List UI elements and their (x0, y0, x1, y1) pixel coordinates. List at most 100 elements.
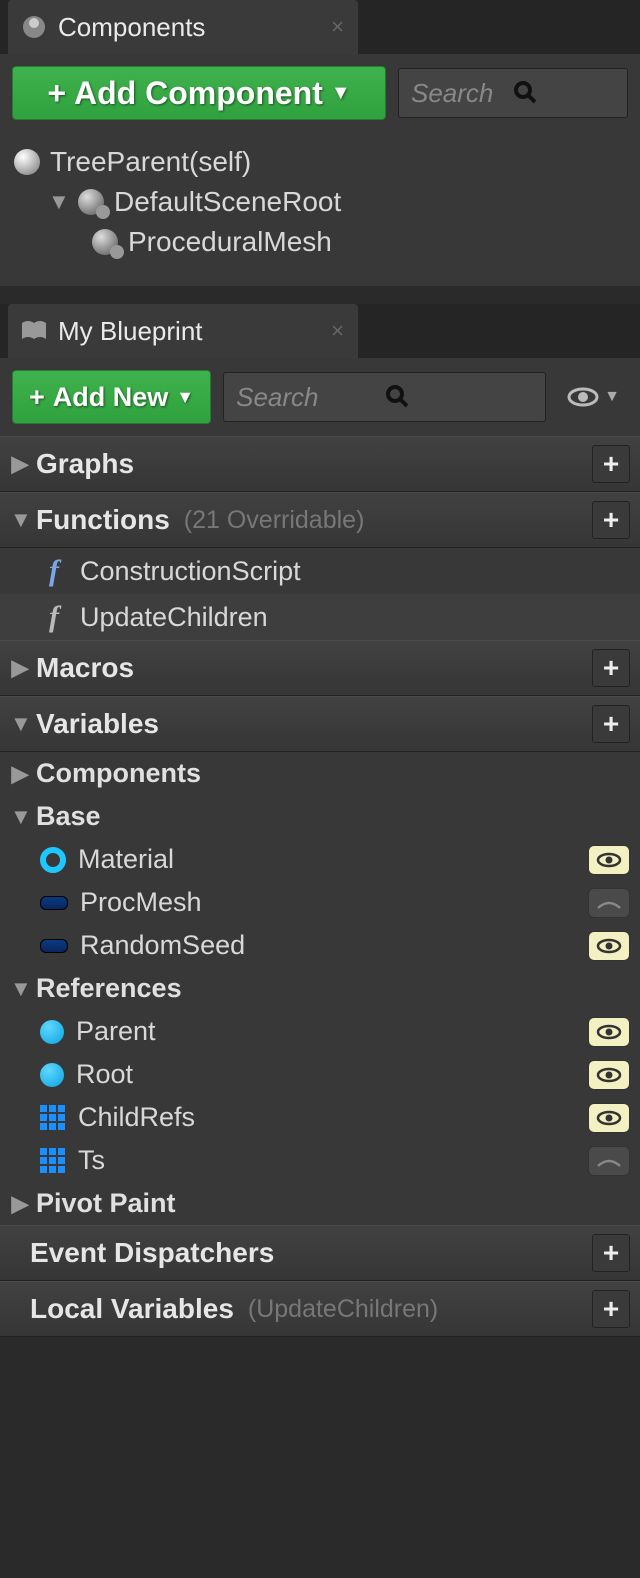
section-graphs[interactable]: Graphs + (0, 436, 640, 492)
variable-label: Parent (76, 1016, 156, 1047)
tree-label: TreeParent(self) (50, 146, 251, 178)
components-tab[interactable]: Components × (8, 0, 358, 54)
group-label: References (36, 973, 182, 1004)
expand-icon[interactable] (10, 804, 30, 830)
add-graph-button[interactable]: + (592, 445, 630, 483)
scene-component-icon (92, 229, 118, 255)
components-panel: Components × + Add Component ▼ Search Tr… (0, 0, 640, 286)
variable-label: RandomSeed (80, 930, 245, 961)
section-variables[interactable]: Variables + (0, 696, 640, 752)
tree-label: ProceduralMesh (128, 226, 332, 258)
plus-icon: + (47, 75, 66, 112)
function-item[interactable]: f UpdateChildren (0, 594, 640, 640)
expand-icon[interactable] (10, 761, 30, 787)
array-type-icon (40, 1105, 66, 1131)
expand-icon[interactable] (10, 1191, 30, 1217)
components-tab-bar: Components × (0, 0, 640, 54)
myblueprint-panel: My Blueprint × + Add New ▼ Search ▼ Grap… (0, 304, 640, 1337)
actor-icon (14, 149, 40, 175)
add-component-label: Add Component (74, 75, 323, 112)
components-tree: TreeParent(self) DefaultSceneRoot Proced… (0, 132, 640, 286)
tree-row-self[interactable]: TreeParent(self) (0, 142, 640, 182)
variable-label: ChildRefs (78, 1102, 195, 1133)
section-functions[interactable]: Functions (21 Overridable) + (0, 492, 640, 548)
view-options-button[interactable]: ▼ (558, 385, 628, 409)
search-placeholder: Search (411, 78, 513, 109)
object-ref-icon (40, 1063, 64, 1087)
tree-row-scene-root[interactable]: DefaultSceneRoot (0, 182, 640, 222)
add-local-variable-button[interactable]: + (592, 1290, 630, 1328)
close-icon[interactable]: × (331, 14, 344, 40)
chevron-down-icon: ▼ (604, 388, 620, 406)
book-icon (20, 319, 48, 343)
myblueprint-tab[interactable]: My Blueprint × (8, 304, 358, 358)
plus-icon: + (29, 382, 45, 413)
visibility-toggle[interactable] (588, 845, 630, 875)
function-icon: f (40, 554, 68, 588)
section-label: Variables (36, 708, 159, 740)
var-group-pivotpaint[interactable]: Pivot Paint (0, 1182, 640, 1225)
group-label: Pivot Paint (36, 1188, 176, 1219)
section-label: Macros (36, 652, 134, 684)
variable-label: ProcMesh (80, 887, 202, 918)
expand-icon[interactable] (10, 507, 30, 533)
visibility-toggle[interactable] (588, 931, 630, 961)
eye-icon (566, 385, 600, 409)
scene-component-icon (78, 189, 104, 215)
section-event-dispatchers[interactable]: Event Dispatchers + (0, 1225, 640, 1281)
function-label: ConstructionScript (80, 556, 301, 587)
visibility-toggle[interactable] (588, 1103, 630, 1133)
variable-item[interactable]: Parent (0, 1010, 640, 1053)
section-hint: (UpdateChildren) (248, 1295, 438, 1324)
add-new-button[interactable]: + Add New ▼ (12, 370, 211, 424)
add-variable-button[interactable]: + (592, 705, 630, 743)
tree-row-procmesh[interactable]: ProceduralMesh (0, 222, 640, 262)
visibility-toggle[interactable] (588, 888, 630, 918)
variable-item[interactable]: Ts (0, 1139, 640, 1182)
add-component-button[interactable]: + Add Component ▼ (12, 66, 386, 120)
visibility-toggle[interactable] (588, 1146, 630, 1176)
expand-icon[interactable] (48, 189, 68, 215)
search-placeholder: Search (236, 382, 385, 413)
function-label: UpdateChildren (80, 602, 268, 633)
var-group-references[interactable]: References (0, 967, 640, 1010)
visibility-toggle[interactable] (588, 1060, 630, 1090)
add-macro-button[interactable]: + (592, 649, 630, 687)
variable-item[interactable]: RandomSeed (0, 924, 640, 967)
function-item[interactable]: f ConstructionScript (0, 548, 640, 594)
add-dispatcher-button[interactable]: + (592, 1234, 630, 1272)
components-search-input[interactable]: Search (398, 68, 628, 118)
tree-label: DefaultSceneRoot (114, 186, 341, 218)
myblueprint-tab-label: My Blueprint (58, 316, 203, 347)
add-function-button[interactable]: + (592, 501, 630, 539)
variable-label: Ts (78, 1145, 105, 1176)
visibility-toggle[interactable] (588, 1017, 630, 1047)
array-type-icon (40, 1148, 66, 1174)
object-type-icon (40, 896, 68, 910)
variable-item[interactable]: Root (0, 1053, 640, 1096)
section-hint: (21 Overridable) (184, 506, 365, 535)
section-local-variables[interactable]: Local Variables (UpdateChildren) + (0, 1281, 640, 1337)
variable-item[interactable]: ProcMesh (0, 881, 640, 924)
group-label: Components (36, 758, 201, 789)
variable-item[interactable]: Material (0, 838, 640, 881)
myblueprint-toolbar: + Add New ▼ Search ▼ (0, 358, 640, 436)
expand-icon[interactable] (10, 655, 30, 681)
var-group-components[interactable]: Components (0, 752, 640, 795)
section-macros[interactable]: Macros + (0, 640, 640, 696)
chevron-down-icon: ▼ (331, 82, 351, 105)
expand-icon[interactable] (10, 711, 30, 737)
material-type-icon (40, 847, 66, 873)
expand-icon[interactable] (10, 976, 30, 1002)
function-icon: f (40, 600, 68, 634)
expand-icon[interactable] (10, 451, 30, 477)
group-label: Base (36, 801, 101, 832)
var-group-base[interactable]: Base (0, 795, 640, 838)
variable-item[interactable]: ChildRefs (0, 1096, 640, 1139)
components-tab-icon (20, 13, 48, 41)
close-icon[interactable]: × (331, 318, 344, 344)
myblueprint-search-input[interactable]: Search (223, 372, 546, 422)
myblueprint-tab-bar: My Blueprint × (0, 304, 640, 358)
section-label: Functions (36, 504, 170, 536)
search-icon (385, 384, 534, 410)
